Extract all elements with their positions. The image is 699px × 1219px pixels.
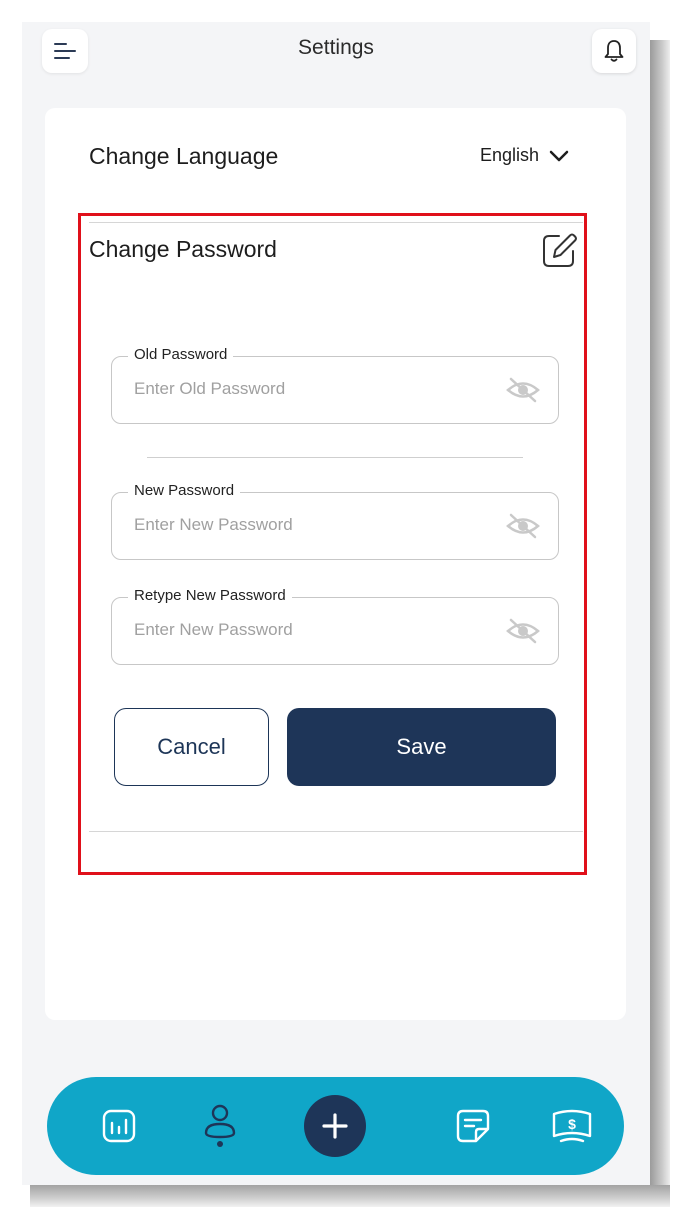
- chart-icon: [102, 1109, 136, 1143]
- bottom-nav: $: [47, 1077, 624, 1175]
- profile-icon: [204, 1104, 236, 1147]
- language-selected: English: [480, 145, 540, 165]
- bell-icon: [604, 40, 624, 62]
- settings-screen: Settings Change Language English Change …: [22, 22, 650, 1185]
- nav-notes[interactable]: [448, 1101, 498, 1151]
- frame-shadow-right: [650, 40, 670, 1200]
- frame-shadow-bottom: [30, 1185, 670, 1207]
- chevron-down-icon: [549, 150, 569, 161]
- top-bar: Settings: [22, 22, 650, 92]
- language-dropdown[interactable]: English: [480, 145, 569, 166]
- notification-button[interactable]: [592, 29, 636, 73]
- change-language-label: Change Language: [89, 143, 279, 169]
- add-icon: [322, 1113, 348, 1139]
- add-button[interactable]: [304, 1095, 366, 1157]
- money-icon: $: [552, 1109, 592, 1143]
- notes-icon: [456, 1109, 490, 1143]
- nav-payments[interactable]: $: [547, 1101, 597, 1151]
- highlight-frame: [78, 213, 587, 875]
- nav-reports[interactable]: [94, 1101, 144, 1151]
- nav-profile[interactable]: [195, 1101, 245, 1151]
- page-title: Settings: [298, 36, 374, 59]
- svg-text:$: $: [568, 1116, 576, 1132]
